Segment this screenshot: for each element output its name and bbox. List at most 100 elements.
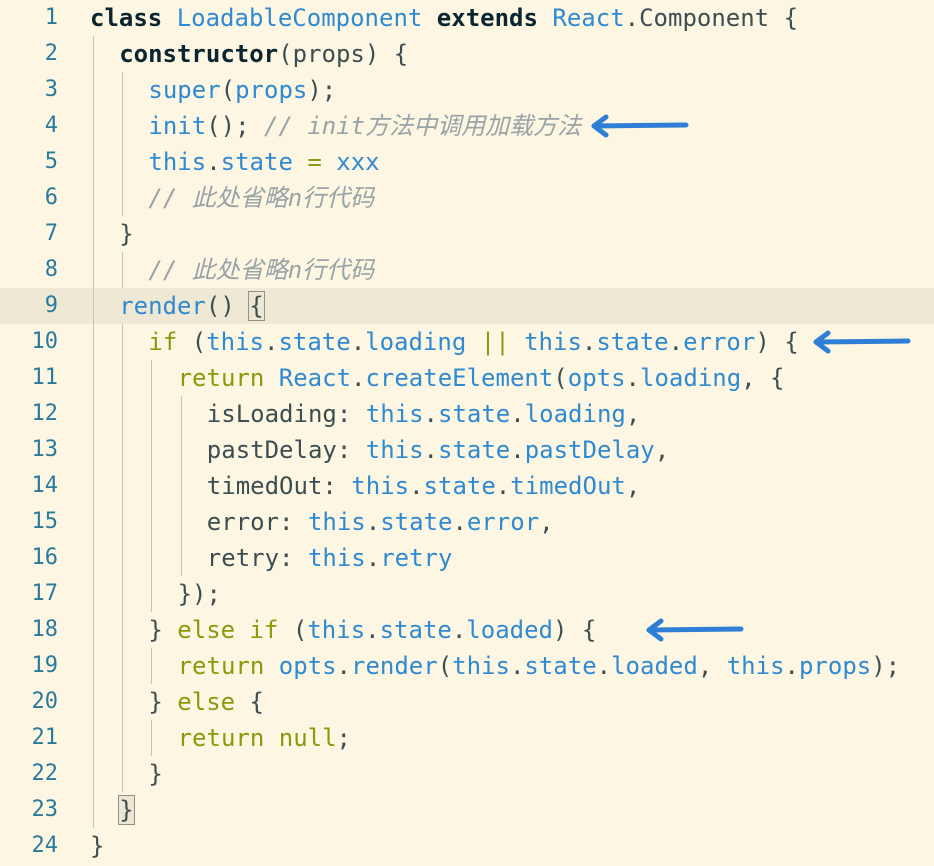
code-token: ( [191,328,207,356]
code-token: return [177,652,279,680]
code-token: , { [741,364,785,392]
code-token: . [350,328,366,356]
code-token: . [495,472,511,500]
code-token: return null [177,724,337,752]
code-token: this [206,328,264,356]
code-token: React [278,364,351,392]
code-token: render [351,652,438,680]
code-token: return [177,364,279,392]
code-line[interactable]: 17}); [0,576,934,612]
code-text: return null; [178,720,351,756]
arrow-line-18-icon [646,618,744,642]
code-text: // 此处省略n行代码 [148,252,374,288]
code-token: state [220,148,308,176]
code-token: ( [437,652,453,680]
indent-guide [151,360,153,612]
code-line[interactable]: 9 render() { [0,288,934,324]
code-text: return opts.render(this.state.loaded, th… [178,648,901,684]
code-line[interactable]: 5 this.state = xxx [0,144,934,180]
code-line[interactable]: 13 pastDelay: this.state.pastDelay, [0,432,934,468]
code-text: init(); // init方法中调用加载方法 [148,108,581,144]
indent-guide [122,324,124,792]
code-token: this [365,400,424,428]
line-number: 8 [44,257,58,282]
code-token: // 此处省略n行代码 [148,184,375,212]
code-line[interactable]: 2 constructor(props) { [0,36,934,72]
line-number: 13 [31,437,59,462]
code-token: error: [206,508,308,536]
code-text: super(props); [148,72,336,108]
code-line[interactable]: 4 init(); // init方法中调用加载方法 [0,108,934,144]
code-line[interactable]: 14 timedOut: this.state.timedOut, [0,468,934,504]
code-token: . [336,652,351,680]
code-line[interactable]: 24} [0,828,934,864]
code-token: class [90,4,177,32]
code-token: init [148,112,207,140]
code-line[interactable]: 18} else if (this.state.loaded) { [0,612,934,648]
code-text: // 此处省略n行代码 [148,180,374,216]
code-editor[interactable]: 1 class LoadableComponent extends React.C… [0,0,934,866]
code-text: pastDelay: this.state.pastDelay, [207,432,669,468]
code-line[interactable]: 11 return React.createElement(opts.loadin… [0,360,934,396]
code-token: loaded [611,652,698,680]
code-token: this [307,544,366,572]
code-line[interactable]: 16 retry: this.retry [0,540,934,576]
code-token: retry: [206,544,308,572]
code-token: isLoading: [206,400,366,428]
matched-bracket: { [248,291,265,321]
code-line[interactable]: 12 isLoading: this.state.loading, [0,396,934,432]
line-number: 9 [44,293,58,318]
code-token: loaded [466,616,553,644]
code-token: error [466,508,540,536]
code-token: . [452,508,467,536]
code-text: return React.createElement(opts.loading,… [178,360,785,396]
line-number: 1 [44,5,58,30]
code-line[interactable]: 7} [0,216,934,252]
code-token: loading [365,328,481,356]
code-token: timedOut [510,472,626,500]
code-token: loading [524,400,626,428]
line-number: 6 [44,185,58,210]
code-line[interactable]: 20} else { [0,684,934,720]
code-token: . [451,616,467,644]
code-line[interactable]: 23} [0,792,934,828]
code-token: state [423,472,496,500]
code-token: timedOut: [206,472,352,500]
code-text: isLoading: this.state.loading, [207,396,641,432]
code-token: . [784,652,799,680]
code-line[interactable]: 6 // 此处省略n行代码 [0,180,934,216]
code-token: state [438,400,511,428]
code-token: { [249,688,264,716]
code-token: } [90,832,105,860]
code-line[interactable]: 10 if (this.state.loading || this.state.e… [0,324,934,360]
code-token: . [510,436,525,464]
code-line[interactable]: 1 class LoadableComponent extends React.C… [0,0,934,36]
code-line[interactable]: 3 super(props); [0,72,934,108]
code-line[interactable]: 19 return opts.render(this.state.loaded, … [0,648,934,684]
line-number: 16 [31,545,59,570]
line-number: 23 [31,797,59,822]
code-token: ( [220,76,236,104]
code-token: this [351,472,410,500]
code-token: , [625,472,641,500]
code-text: render() { [119,288,265,324]
code-token: } [148,688,178,716]
arrow-line-4-icon [591,114,689,138]
code-token: ; [336,724,351,752]
code-token: loading [640,364,742,392]
code-token: ( [292,616,308,644]
indent-guide [151,720,153,756]
code-token: if [148,328,192,356]
code-token: pastDelay: [206,436,366,464]
code-token: . [668,328,684,356]
code-token: // 此处省略n行代码 [148,256,375,284]
code-line[interactable]: 8 // 此处省略n行代码 [0,252,934,288]
code-text: timedOut: this.state.timedOut, [207,468,641,504]
code-token: } [148,616,178,644]
code-token: . [423,400,438,428]
code-token: state [596,328,669,356]
code-line[interactable]: 22} [0,756,934,792]
code-token: opts [278,652,337,680]
code-line[interactable]: 15 error: this.state.error, [0,504,934,540]
code-line[interactable]: 21 return null; [0,720,934,756]
